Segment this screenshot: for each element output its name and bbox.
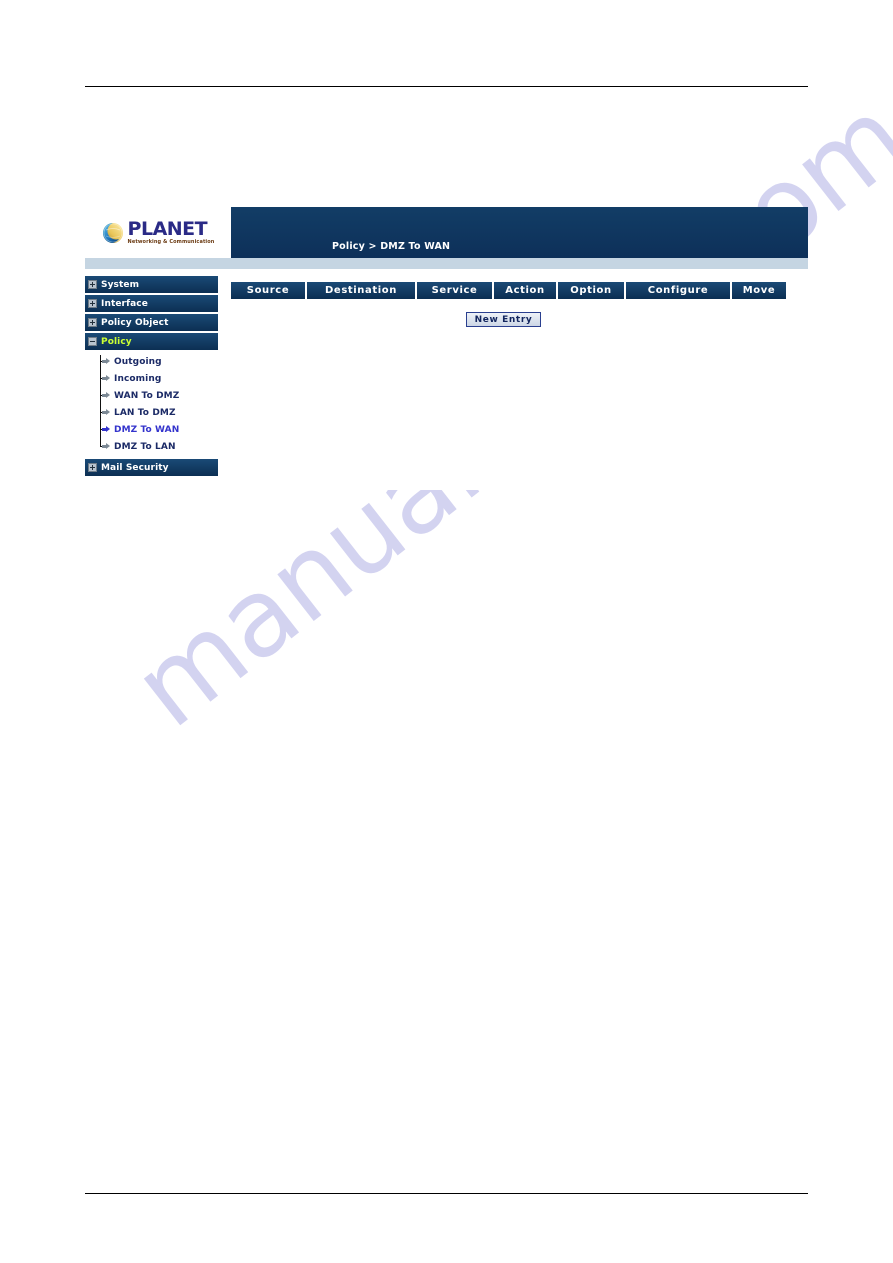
plus-box-icon[interactable]: [88, 299, 97, 308]
arrow-bullet-icon: [102, 374, 111, 383]
header-sub-strip: [85, 258, 808, 269]
arrow-bullet-icon: [102, 442, 111, 451]
page-top-rule: [85, 86, 808, 87]
column-header-label: Service: [431, 285, 478, 296]
arrow-bullet-icon: [102, 408, 111, 417]
new-entry-button[interactable]: New Entry: [465, 312, 542, 327]
sidebar-item-label: Interface: [101, 298, 148, 309]
sidebar-item-system[interactable]: System: [85, 276, 218, 293]
policy-table-body: New Entry: [231, 312, 776, 327]
sidebar-subitem-dmz-to-wan[interactable]: DMZ To WAN: [100, 421, 218, 438]
sidebar-subitem-lan-to-dmz[interactable]: LAN To DMZ: [100, 404, 218, 421]
sidebar-item-interface[interactable]: Interface: [85, 295, 218, 312]
column-header-label: Move: [742, 285, 776, 296]
brand-tagline: Networking & Communication: [127, 239, 215, 245]
watermark: manualshive.com: [0, 0, 893, 1263]
policy-table-header: Source Destination Service Action Option…: [231, 282, 786, 299]
title-band: Policy > DMZ To WAN: [231, 207, 808, 258]
arrow-bullet-icon: [102, 357, 111, 366]
sidebar-subitem-label: DMZ To WAN: [114, 424, 180, 435]
sidebar-subitem-dmz-to-lan[interactable]: DMZ To LAN: [100, 438, 218, 455]
sidebar-item-label: Policy Object: [101, 317, 169, 328]
brand-logo: PLANET Networking & Communication: [85, 207, 231, 258]
column-header-service[interactable]: Service: [417, 282, 492, 299]
sidebar-item-mail-security[interactable]: Mail Security: [85, 459, 218, 476]
plus-box-icon[interactable]: [88, 463, 97, 472]
globe-icon: [102, 222, 124, 244]
router-admin-ui: PLANET Networking & Communication Policy…: [85, 207, 808, 490]
new-entry-label: New Entry: [474, 314, 533, 325]
sidebar-subitem-label: DMZ To LAN: [114, 441, 176, 452]
sidebar-nav: System Interface Policy Object Policy Ou…: [85, 276, 218, 478]
column-header-label: Configure: [647, 285, 709, 296]
column-header-action[interactable]: Action: [494, 282, 556, 299]
column-header-label: Source: [246, 285, 290, 296]
sidebar-item-label: Mail Security: [101, 462, 169, 473]
plus-box-icon[interactable]: [88, 280, 97, 289]
arrow-bullet-icon: [102, 391, 111, 400]
plus-box-icon[interactable]: [88, 318, 97, 327]
policy-submenu: Outgoing Incoming WAN To DMZ LAN To DMZ …: [85, 353, 218, 455]
sidebar-item-policy[interactable]: Policy: [85, 333, 218, 350]
breadcrumb: Policy > DMZ To WAN: [332, 241, 451, 252]
sidebar-subitem-label: Incoming: [114, 373, 162, 384]
sidebar-subitem-outgoing[interactable]: Outgoing: [100, 353, 218, 370]
sidebar-item-label: Policy: [101, 336, 132, 347]
column-header-label: Action: [505, 285, 545, 296]
sidebar-subitem-label: LAN To DMZ: [114, 407, 176, 418]
column-header-source[interactable]: Source: [231, 282, 305, 299]
brand-name: PLANET: [127, 218, 208, 240]
column-header-label: Option: [570, 285, 612, 296]
column-header-label: Destination: [325, 285, 397, 296]
column-header-move[interactable]: Move: [732, 282, 786, 299]
sidebar-item-policy-object[interactable]: Policy Object: [85, 314, 218, 331]
sidebar-subitem-incoming[interactable]: Incoming: [100, 370, 218, 387]
policy-content-panel: Source Destination Service Action Option…: [218, 269, 808, 490]
arrow-bullet-icon: [102, 425, 111, 434]
page-bottom-rule: [85, 1193, 808, 1194]
app-body: System Interface Policy Object Policy Ou…: [85, 269, 808, 490]
sidebar-subitem-wan-to-dmz[interactable]: WAN To DMZ: [100, 387, 218, 404]
app-header: PLANET Networking & Communication Policy…: [85, 207, 808, 258]
sidebar-item-label: System: [101, 279, 140, 290]
minus-box-icon[interactable]: [88, 337, 97, 346]
column-header-destination[interactable]: Destination: [307, 282, 415, 299]
column-header-configure[interactable]: Configure: [626, 282, 730, 299]
sidebar-subitem-label: Outgoing: [114, 356, 162, 367]
column-header-option[interactable]: Option: [558, 282, 624, 299]
sidebar-subitem-label: WAN To DMZ: [114, 390, 180, 401]
